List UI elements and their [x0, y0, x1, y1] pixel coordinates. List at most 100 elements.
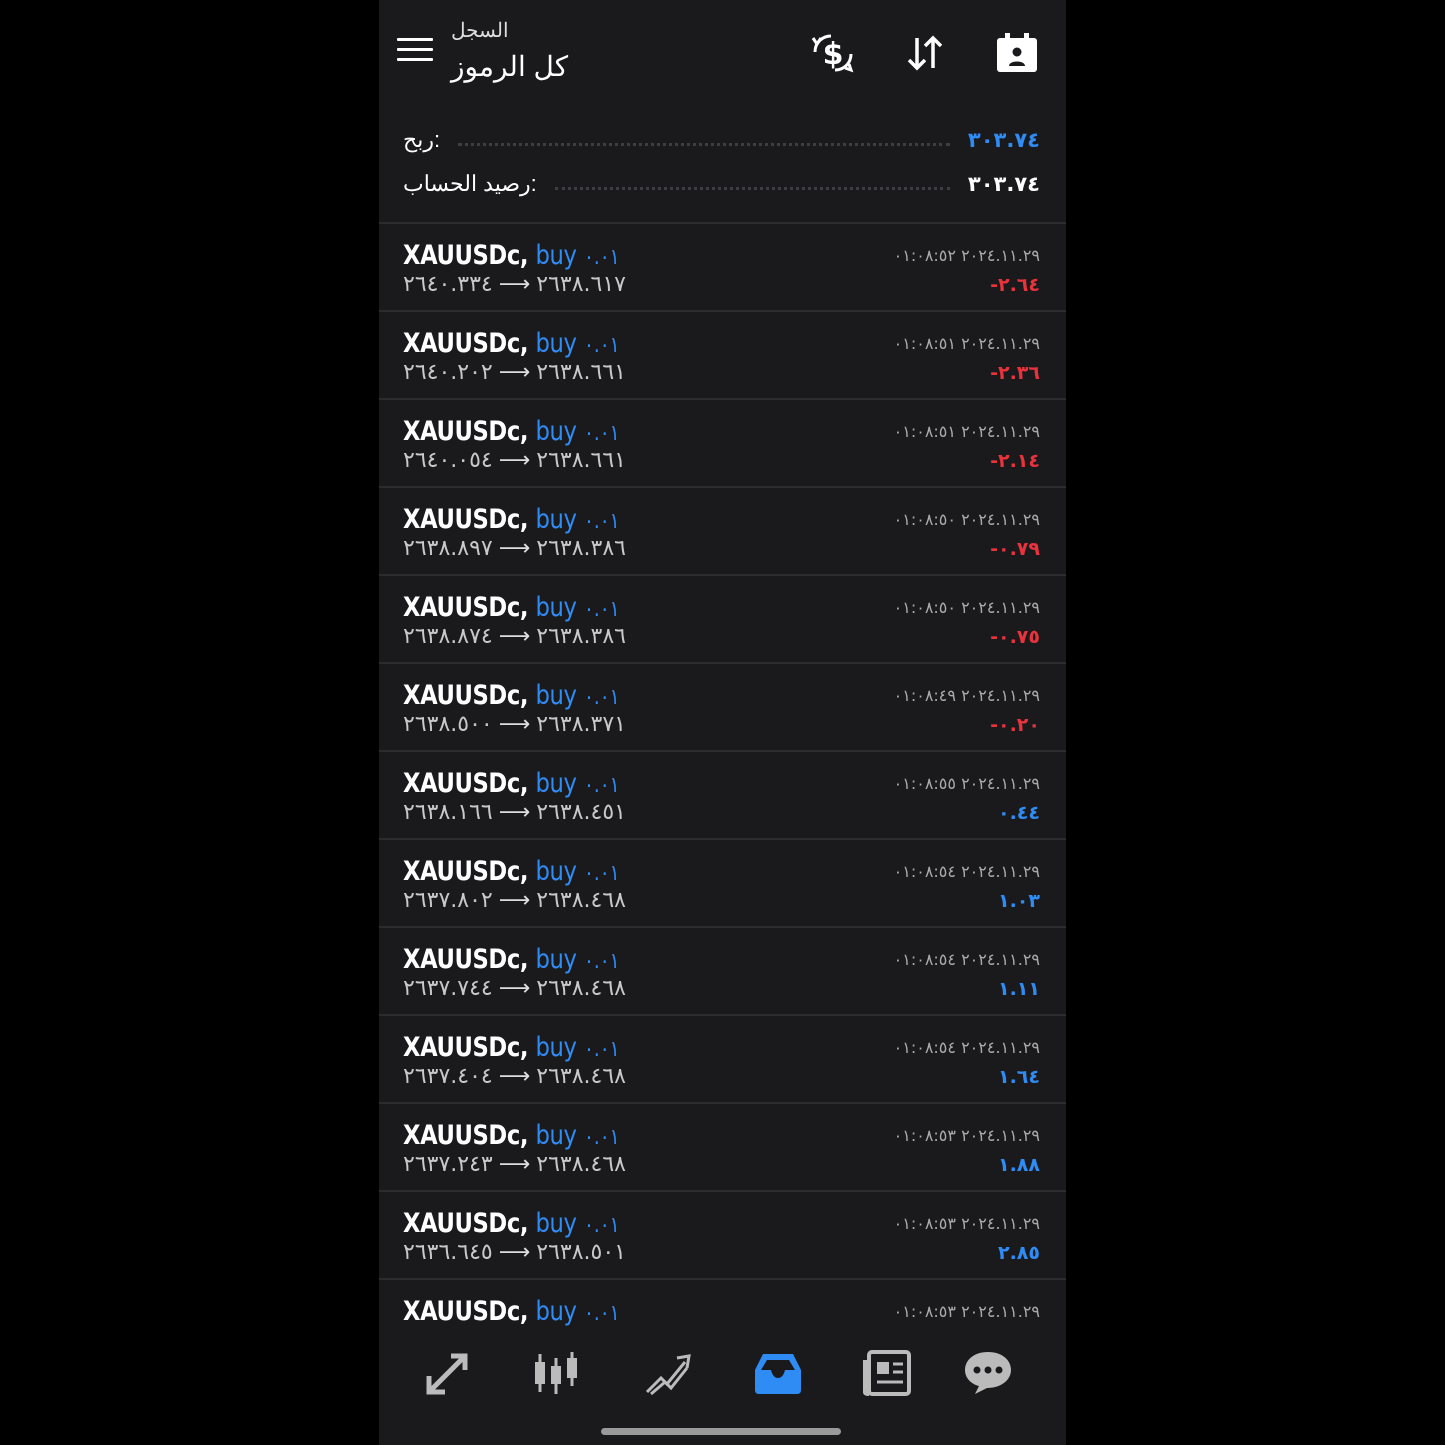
deal-profit: -٢.٣٦ — [990, 362, 1040, 384]
open-price: ٢٦٣٨.٦٦١ — [536, 448, 626, 473]
deal-time: ٢٠٢٤.١١.٢٩ ٠١:٠٨:٥٣ — [893, 1214, 1040, 1233]
deal-symbol: XAUUSDc, — [403, 592, 529, 623]
arrow-right-icon: ⟶ — [498, 888, 531, 913]
deal-type: buy — [535, 1032, 577, 1063]
deal-time: ٢٠٢٤.١١.٢٩ ٠١:٠٨:٥٣ — [893, 1126, 1040, 1145]
arrow-right-icon: ⟶ — [498, 272, 531, 297]
arrow-right-icon: ⟶ — [498, 712, 531, 737]
deal-prices: ٢٦٣٨.٤٦٨⟶٢٦٣٧.٢٤٣ — [403, 1152, 626, 1177]
deal-type: buy — [535, 680, 577, 711]
deal-header: XAUUSDc, buy ٠.٠١ — [403, 768, 620, 799]
arrow-right-icon: ⟶ — [498, 360, 531, 385]
deal-type: buy — [535, 328, 577, 359]
open-price: ٢٦٣٨.٦١٧ — [536, 272, 626, 297]
close-price: ٢٦٣٨.٨٩٧ — [403, 536, 493, 561]
deal-symbol: XAUUSDc, — [403, 240, 529, 271]
deal-row[interactable]: XAUUSDc, buy ٠.٠١ ٢٦٣٨.٦١٧⟶٢٦٤٠.٣٣٤ ٢٠٢٤.١… — [379, 224, 1066, 312]
open-price: ٢٦٣٨.٣٨٦ — [536, 624, 626, 649]
arrow-right-icon: ⟶ — [498, 1064, 531, 1089]
deal-header: XAUUSDc, buy ٠.٠١ — [403, 944, 620, 975]
deal-header: XAUUSDc, buy ٠.٠١ — [403, 1032, 620, 1063]
deal-row[interactable]: XAUUSDc, buy ٠.٠١ ٢٦٣٨.٣٨٦⟶٢٦٣٨.٨٧٤ ٢٠٢٤.١… — [379, 576, 1066, 664]
deal-row[interactable]: XAUUSDc, buy ٠.٠١ ٢٦٣٨.٤٦٨⟶٢٦٣٧.٨٠٢ ٢٠٢٤.١… — [379, 840, 1066, 928]
deal-header: XAUUSDc, buy ٠.٠١ — [403, 328, 620, 359]
deal-type: buy — [535, 1208, 577, 1239]
deal-header: XAUUSDc, buy ٠.٠١ — [403, 1120, 620, 1151]
deal-prices: ٢٦٣٨.٣٨٦⟶٢٦٣٨.٨٩٧ — [403, 536, 626, 561]
deal-prices: ٢٦٣٨.٦٦١⟶٢٦٤٠.٠٥٤ — [403, 448, 626, 473]
open-price: ٢٦٣٨.٤٦٨ — [536, 976, 626, 1001]
currency-exchange-icon[interactable]: $ — [809, 30, 857, 76]
deal-row[interactable]: XAUUSDc, buy ٠.٠١ ٢٦٣٨.٤٦٨⟶٢٦٣٧.٧٤٤ ٢٠٢٤.١… — [379, 928, 1066, 1016]
trend-lines-icon[interactable] — [641, 1348, 695, 1398]
bottom-navigation — [379, 1330, 1066, 1418]
deal-profit: ١.٠٣ — [997, 890, 1040, 912]
open-price: ٢٦٣٨.٤٦٨ — [536, 888, 626, 913]
home-indicator[interactable] — [601, 1428, 841, 1435]
deals-list[interactable]: XAUUSDc, buy ٠.٠١ ٢٦٣٨.٦١٧⟶٢٦٤٠.٣٣٤ ٢٠٢٤.١… — [379, 224, 1066, 1330]
deal-prices: ٢٦٣٨.٤٥١⟶٢٦٣٨.١٦٦ — [403, 800, 626, 825]
deal-time: ٢٠٢٤.١١.٢٩ ٠١:٠٨:٥٢ — [893, 246, 1040, 265]
balance-value: ٣٠٣.٧٤ — [967, 172, 1040, 196]
deal-symbol: XAUUSDc, — [403, 856, 529, 887]
deal-row[interactable]: XAUUSDc, buy ٠.٠١ ٢٦٣٨.٦٦١⟶٢٦٤٠.٢٠٢ ٢٠٢٤.١… — [379, 312, 1066, 400]
newspaper-icon[interactable] — [861, 1348, 915, 1398]
svg-text:$: $ — [823, 37, 844, 72]
deal-profit: ١.٦٤ — [997, 1066, 1040, 1088]
quotes-arrows-icon[interactable] — [421, 1348, 475, 1398]
candlestick-icon[interactable] — [529, 1348, 583, 1398]
app-header: السجل كل الرموز $ — [379, 0, 1066, 110]
deal-volume: ٠.٠١ — [583, 597, 620, 622]
deal-header: XAUUSDc, buy ٠.٠١ — [403, 1296, 620, 1327]
deal-symbol: XAUUSDc, — [403, 944, 529, 975]
deal-type: buy — [535, 592, 577, 623]
deal-profit: ١.١١ — [997, 978, 1040, 1000]
deal-profit: ٢.٨٥ — [997, 1242, 1040, 1264]
deal-row[interactable]: XAUUSDc, buy ٠.٠١ ٢٦٣٨.٦٦١⟶٢٦٤٠.٠٥٤ ٢٠٢٤.١… — [379, 400, 1066, 488]
deal-row[interactable]: XAUUSDc, buy ٠.٠١ ٢٦٣٨.٣٧١⟶٢٦٣٨.٥٠٠ ٢٠٢٤.١… — [379, 664, 1066, 752]
open-price: ٢٦٣٨.٤٦٨ — [536, 1064, 626, 1089]
deal-time: ٢٠٢٤.١١.٢٩ ٠١:٠٨:٥٠ — [893, 510, 1040, 529]
arrow-right-icon: ⟶ — [498, 536, 531, 561]
arrow-right-icon: ⟶ — [498, 1240, 531, 1265]
deal-symbol: XAUUSDc, — [403, 504, 529, 535]
deal-volume: ٠.٠١ — [583, 1213, 620, 1238]
deal-header: XAUUSDc, buy ٠.٠١ — [403, 680, 620, 711]
deal-volume: ٠.٠١ — [583, 509, 620, 534]
calendar-period-icon[interactable] — [993, 30, 1041, 76]
deal-header: XAUUSDc, buy ٠.٠١ — [403, 592, 620, 623]
deal-row[interactable]: XAUUSDc, buy ٠.٠١ ٢٠٢٤.١١.٢٩ ٠١:٠٨:٥٣ — [379, 1280, 1066, 1330]
deal-row[interactable]: XAUUSDc, buy ٠.٠١ ٢٦٣٨.٤٥١⟶٢٦٣٨.١٦٦ ٢٠٢٤.١… — [379, 752, 1066, 840]
deal-profit: -٠.٧٩ — [990, 538, 1040, 560]
deal-prices: ٢٦٣٨.٣٧١⟶٢٦٣٨.٥٠٠ — [403, 712, 626, 737]
sort-icon[interactable] — [901, 30, 949, 76]
open-price: ٢٦٣٨.٤٥١ — [536, 800, 626, 825]
deal-time: ٢٠٢٤.١١.٢٩ ٠١:٠٨:٥١ — [893, 422, 1040, 441]
balance-row: رصيد الحساب: ٣٠٣.٧٤ — [403, 164, 1040, 204]
close-price: ٢٦٣٦.٦٤٥ — [403, 1240, 493, 1265]
deal-time: ٢٠٢٤.١١.٢٩ ٠١:٠٨:٥٤ — [893, 862, 1040, 881]
deal-type: buy — [535, 768, 577, 799]
deal-row[interactable]: XAUUSDc, buy ٠.٠١ ٢٦٣٨.٥٠١⟶٢٦٣٦.٦٤٥ ٢٠٢٤.١… — [379, 1192, 1066, 1280]
close-price: ٢٦٣٧.٨٠٢ — [403, 888, 493, 913]
deal-prices: ٢٦٣٨.٤٦٨⟶٢٦٣٧.٤٠٤ — [403, 1064, 626, 1089]
symbol-filter-title[interactable]: كل الرموز — [451, 50, 568, 83]
deal-symbol: XAUUSDc, — [403, 1208, 529, 1239]
deal-row[interactable]: XAUUSDc, buy ٠.٠١ ٢٦٣٨.٤٦٨⟶٢٦٣٧.٢٤٣ ٢٠٢٤.١… — [379, 1104, 1066, 1192]
chat-bubble-icon[interactable] — [961, 1348, 1015, 1398]
deal-profit: ٠.٤٤ — [997, 802, 1040, 824]
deal-volume: ٠.٠١ — [583, 1037, 620, 1062]
deal-volume: ٠.٠١ — [583, 245, 620, 270]
inbox-tray-icon[interactable] — [751, 1348, 805, 1398]
deal-type: buy — [535, 240, 577, 271]
deal-volume: ٠.٠١ — [583, 685, 620, 710]
open-price: ٢٦٣٨.٣٧١ — [536, 712, 626, 737]
deal-type: buy — [535, 1296, 577, 1327]
deal-row[interactable]: XAUUSDc, buy ٠.٠١ ٢٦٣٨.٤٦٨⟶٢٦٣٧.٤٠٤ ٢٠٢٤.١… — [379, 1016, 1066, 1104]
menu-icon[interactable] — [397, 38, 433, 68]
dotted-leader — [554, 186, 950, 190]
deal-row[interactable]: XAUUSDc, buy ٠.٠١ ٢٦٣٨.٣٨٦⟶٢٦٣٨.٨٩٧ ٢٠٢٤.١… — [379, 488, 1066, 576]
deal-profit: -٢.١٤ — [990, 450, 1040, 472]
arrow-right-icon: ⟶ — [498, 976, 531, 1001]
close-price: ٢٦٣٨.٨٧٤ — [403, 624, 493, 649]
